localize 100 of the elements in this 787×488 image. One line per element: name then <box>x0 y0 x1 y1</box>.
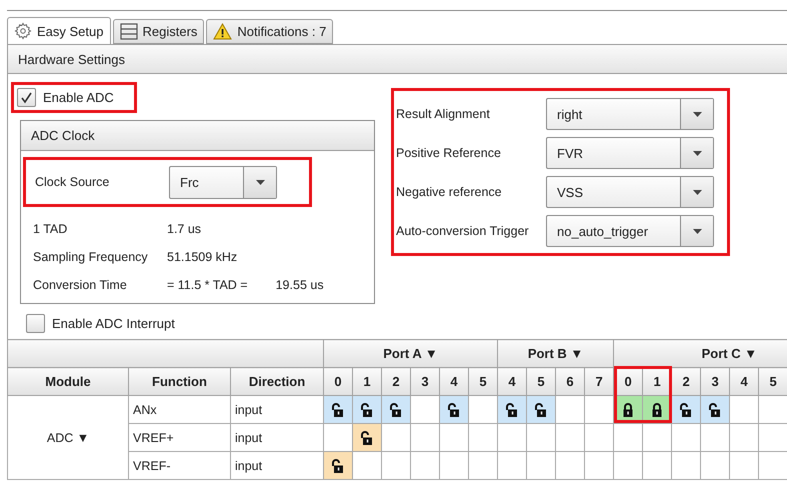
table-cell: input <box>230 452 324 480</box>
dropdown[interactable]: no_auto_trigger <box>546 215 714 247</box>
pin-cell[interactable] <box>672 396 701 424</box>
pin-cell[interactable] <box>440 452 469 480</box>
pin-cell[interactable] <box>730 452 759 480</box>
pin-cell[interactable] <box>324 452 353 480</box>
pin-cell[interactable] <box>672 452 701 480</box>
unlocked-padlock-icon <box>361 402 374 417</box>
pin-header: 4 <box>498 368 527 396</box>
pin-cell[interactable] <box>584 424 614 452</box>
pin-cell[interactable] <box>730 424 759 452</box>
pin-cell[interactable] <box>556 396 585 424</box>
pin-cell[interactable] <box>440 424 469 452</box>
dropdown[interactable]: Frc <box>169 166 277 198</box>
pin-cell[interactable] <box>526 452 556 480</box>
pin-cell[interactable] <box>468 424 498 452</box>
column-header: Module <box>8 368 128 396</box>
tab[interactable]: Notifications : 7 <box>206 19 334 44</box>
port-header[interactable]: Port A ▼ <box>324 340 498 368</box>
pin-cell[interactable] <box>440 396 469 424</box>
dropdown-button[interactable] <box>680 138 713 168</box>
column-header: Function <box>128 368 230 396</box>
pin-cell[interactable] <box>758 396 787 424</box>
tab[interactable]: Easy Setup <box>7 17 110 44</box>
field-label: Auto-conversion Trigger <box>396 224 530 238</box>
pin-header: 7 <box>584 368 614 396</box>
pin-cell[interactable] <box>468 452 498 480</box>
section-header: Hardware Settings <box>8 45 787 74</box>
warning-icon <box>213 23 232 40</box>
module-cell[interactable]: ADC ▼ <box>8 396 128 480</box>
checkbox[interactable]: Enable ADC <box>14 85 134 110</box>
table-cell: ANx <box>128 396 230 424</box>
table-cell: VREF- <box>128 452 230 480</box>
pin-cell[interactable] <box>352 396 382 424</box>
field-label: Result Alignment <box>396 107 491 121</box>
pin-cell[interactable] <box>730 396 759 424</box>
pin-header: 2 <box>382 368 411 396</box>
dropdown[interactable]: FVR <box>546 137 714 169</box>
pin-cell[interactable] <box>584 452 614 480</box>
pin-cell[interactable] <box>700 396 730 424</box>
pin-cell[interactable] <box>700 424 730 452</box>
settings-icon <box>14 22 32 40</box>
pin-header: 4 <box>730 368 759 396</box>
pin-cell[interactable] <box>324 424 353 452</box>
pin-header: 6 <box>556 368 585 396</box>
dropdown[interactable]: right <box>546 98 714 130</box>
pin-cell[interactable] <box>410 424 440 452</box>
port-header[interactable]: Port C ▼ <box>614 340 787 368</box>
pin-cell[interactable] <box>324 396 353 424</box>
pin-cell[interactable] <box>498 424 527 452</box>
table-cell: VREF+ <box>128 424 230 452</box>
dropdown-button[interactable] <box>680 177 713 207</box>
pin-cell[interactable] <box>382 424 411 452</box>
field-label: Clock Source <box>35 175 110 189</box>
pin-cell[interactable] <box>526 424 556 452</box>
pin-cell[interactable] <box>700 452 730 480</box>
field-label: Positive Reference <box>396 146 502 160</box>
pin-cell[interactable] <box>556 452 585 480</box>
pin-cell[interactable] <box>614 452 643 480</box>
pin-cell[interactable] <box>498 452 527 480</box>
info-value: 51.1509 kHz <box>167 250 238 264</box>
pin-cell[interactable] <box>556 424 585 452</box>
unlocked-padlock-icon <box>709 402 722 417</box>
checkbox[interactable]: Enable ADC Interrupt <box>23 311 197 336</box>
pin-cell[interactable] <box>352 424 382 452</box>
pin-cell[interactable] <box>410 396 440 424</box>
caret-icon <box>692 150 702 156</box>
pin-cell[interactable] <box>526 396 556 424</box>
dropdown[interactable]: VSS <box>546 176 714 208</box>
pin-cell[interactable] <box>758 424 787 452</box>
dropdown-button[interactable] <box>680 99 713 129</box>
pin-cell[interactable] <box>468 396 498 424</box>
info-label: 1 TAD <box>33 222 68 236</box>
caret-icon <box>256 180 264 184</box>
pin-cell[interactable] <box>498 396 527 424</box>
pin-cell[interactable] <box>382 396 411 424</box>
pin-cell[interactable] <box>758 452 787 480</box>
pin-cell[interactable] <box>382 452 411 480</box>
field-label: Negative reference <box>396 185 503 199</box>
pin-cell[interactable] <box>642 452 672 480</box>
table-cell: input <box>230 424 324 452</box>
info-value: 1.7 us <box>167 222 202 236</box>
pin-cell[interactable] <box>642 424 672 452</box>
unlocked-padlock-icon <box>535 402 548 417</box>
pin-header: 5 <box>758 368 787 396</box>
unlocked-padlock-icon <box>390 402 402 417</box>
unlocked-padlock-icon <box>448 402 460 417</box>
pin-cell[interactable] <box>584 396 614 424</box>
pin-cell[interactable] <box>672 424 701 452</box>
pin-header: 0 <box>324 368 353 396</box>
pin-cell[interactable] <box>410 452 440 480</box>
dropdown-button[interactable] <box>243 166 276 198</box>
port-header[interactable]: Port B ▼ <box>498 340 614 368</box>
tab[interactable]: Registers <box>112 19 204 44</box>
dropdown-button[interactable] <box>680 216 713 246</box>
padlock-icon <box>622 402 634 417</box>
pin-cell[interactable] <box>614 424 643 452</box>
group-title: ADC Clock <box>21 121 374 151</box>
pin-cell[interactable] <box>352 452 382 480</box>
info-value: 19.55 us <box>276 278 324 292</box>
